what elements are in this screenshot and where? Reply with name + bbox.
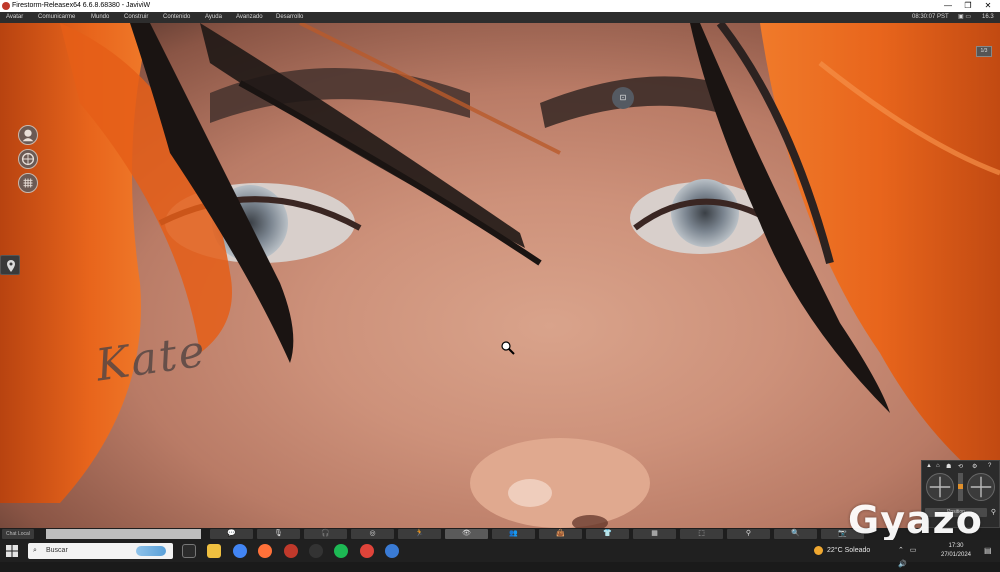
firestorm-taskbar-icon[interactable] [284, 544, 298, 558]
firefox-icon[interactable] [258, 544, 272, 558]
globe-icon [21, 152, 35, 166]
window-title: Firestorm-Releasex64 6.6.8.68380 - Javiv… [12, 2, 151, 9]
menu-comunicarme[interactable]: Comunicarme [38, 12, 75, 23]
menu-contenido[interactable]: Contenido [163, 12, 190, 23]
nose-tip [470, 438, 650, 528]
toolbar-inventory-button[interactable]: 👜 [539, 529, 582, 539]
toolbar-move-button[interactable]: 🏃 [398, 529, 441, 539]
search-placeholder: Buscar [46, 547, 68, 554]
camera-pan-pad[interactable] [967, 473, 995, 501]
camera-front-icon[interactable]: ▲ [926, 463, 932, 469]
close-button[interactable]: ✕ [978, 0, 998, 12]
fps-counter: 16.3 [982, 14, 994, 20]
zoom-knob[interactable] [958, 484, 963, 489]
camera-reset-icon[interactable]: ⟲ [958, 463, 963, 470]
task-view-icon[interactable] [182, 544, 196, 558]
weather-text: 22°C Soleado [827, 547, 871, 554]
firestorm-app-icon [2, 2, 10, 10]
camera-help-icon[interactable]: ? [988, 463, 991, 469]
camera-orbit-pad[interactable] [926, 473, 954, 501]
avatar-profile-button[interactable] [18, 125, 38, 145]
sun-icon [814, 545, 823, 555]
menu-ayuda[interactable]: Ayuda [205, 12, 222, 23]
gyazo-watermark: Gyazo [848, 498, 983, 542]
toolbar-chat-button[interactable]: 💬 [210, 529, 253, 539]
chat-input[interactable] [46, 529, 201, 539]
status-icons[interactable]: ▣ ▭ [958, 12, 971, 23]
notifications-icon[interactable]: ▤ [984, 545, 994, 557]
search-icon: ⌕ [33, 547, 37, 554]
windows-start-icon[interactable] [6, 545, 18, 557]
camera-zoom-slider[interactable] [958, 473, 963, 501]
chrome-profile-icon[interactable] [360, 544, 374, 558]
grid-button[interactable] [18, 173, 38, 193]
camera-pin-icon[interactable]: ⚲ [989, 508, 998, 517]
clock-date: 27/01/2024 [940, 552, 972, 558]
spotify-icon[interactable] [334, 544, 348, 558]
camera-settings-icon[interactable]: ⚙ [972, 463, 977, 470]
maximize-button[interactable]: ❐ [958, 0, 978, 12]
menu-mundo[interactable]: Mundo [91, 12, 109, 23]
system-tray[interactable]: ⌃ ▭ 🔊 [898, 544, 932, 568]
camera-home-icon[interactable]: ⌂ [936, 463, 940, 469]
toolbar-view-button[interactable]: 👁 [445, 529, 488, 539]
toolbar-minimap-button[interactable]: ⬚ [680, 529, 723, 539]
chrome-icon[interactable] [233, 544, 247, 558]
zoom-cursor-icon [501, 341, 515, 360]
app-dark-icon[interactable] [309, 544, 323, 558]
menu-desarrollo[interactable]: Desarrollo [276, 12, 303, 23]
avatar-icon [22, 129, 34, 142]
menu-bar: Avatar Comunicarme Mundo Construir Conte… [0, 12, 1000, 23]
camera-object-icon[interactable]: ☗ [946, 463, 951, 470]
windows-taskbar: ⌕ Buscar 22°C Soleado ⌃ ▭ 🔊 17:30 27/01/… [0, 540, 1000, 568]
location-side-button[interactable] [0, 255, 20, 275]
menu-construir[interactable]: Construir [124, 12, 148, 23]
weather-widget[interactable]: 22°C Soleado [814, 544, 870, 558]
toolbar-voice-button[interactable]: 🎧 [304, 529, 347, 539]
toolbar-people-button[interactable]: 👥 [492, 529, 535, 539]
file-explorer-icon[interactable] [207, 544, 221, 558]
toolbar-gestures-button[interactable]: ◎ [351, 529, 394, 539]
region-badge[interactable]: 1/3 [976, 46, 992, 57]
toolbar-appearance-button[interactable]: 👕 [586, 529, 629, 539]
menu-avanzado[interactable]: Avanzado [236, 12, 263, 23]
toolbar-places-button[interactable]: ⚲ [727, 529, 770, 539]
minimize-button[interactable]: — [938, 0, 958, 12]
window-title-bar: Firestorm-Releasex64 6.6.8.68380 - Javiv… [0, 0, 1000, 12]
grid-icon [23, 178, 33, 188]
taskbar-search-box[interactable]: ⌕ Buscar [28, 543, 173, 559]
world-map-button[interactable] [18, 149, 38, 169]
world-viewport[interactable]: Kate ⊡ 1/3 [0, 23, 1000, 528]
server-clock: 08:30:07 PST [912, 14, 949, 20]
object-badge[interactable]: ⊡ [612, 87, 634, 109]
toolbar-search-button[interactable]: 🔍 [774, 529, 817, 539]
toolbar-speak-button[interactable]: 🎙 [257, 529, 300, 539]
right-iris [671, 179, 739, 247]
toolbar-map-button[interactable]: ▦ [633, 529, 676, 539]
taskbar-clock[interactable]: 17:30 27/01/2024 [936, 542, 976, 560]
location-pin-icon [7, 260, 15, 272]
clock-time: 17:30 [948, 543, 964, 549]
menu-avatar[interactable]: Avatar [6, 12, 23, 23]
chat-channel-label[interactable]: Chat Local [2, 529, 34, 539]
scene-render [0, 23, 1000, 528]
app-blue-icon[interactable] [385, 544, 399, 558]
camera-panel-icons: ▲ ⌂ ☗ ⟲ ⚙ ? [926, 463, 998, 471]
search-highlight-art [136, 546, 166, 556]
